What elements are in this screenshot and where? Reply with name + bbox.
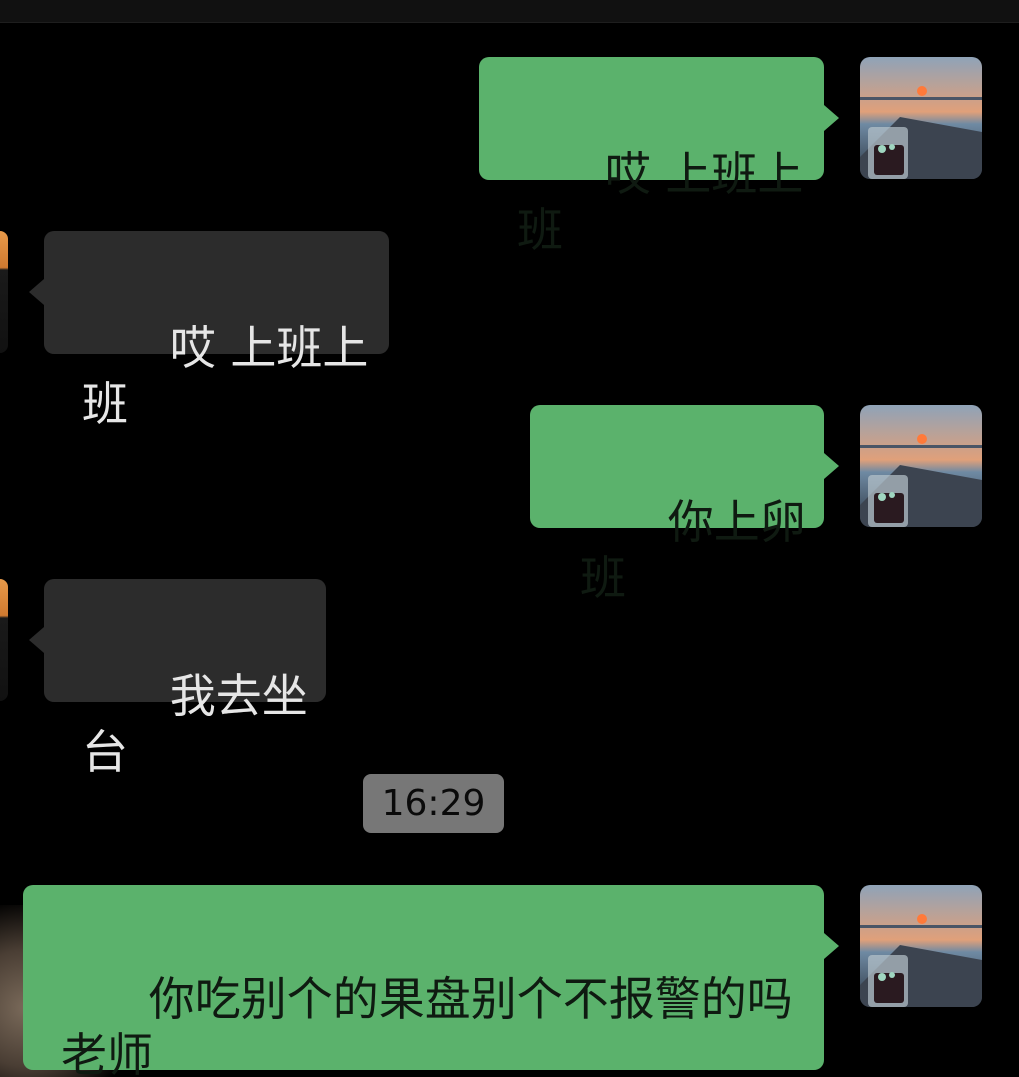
message-text: 你吃别个的果盘别个不报警的吗 老师	[61, 972, 793, 1077]
outgoing-bubble[interactable]: 你吃别个的果盘别个不报警的吗 老师	[23, 885, 824, 1077]
bubble-tail	[824, 933, 839, 959]
own-avatar[interactable]	[860, 885, 982, 1007]
message-row: 你吃别个的果盘别个不报警的吗 老师	[0, 0, 1019, 1077]
sunset-harbor-avatar-icon	[860, 885, 982, 1007]
chat-screen: 哎 上班上班 哎 上班上班 你上卵班 我去坐台 16:29 你吃别个的果盘别个不…	[0, 0, 1019, 1077]
